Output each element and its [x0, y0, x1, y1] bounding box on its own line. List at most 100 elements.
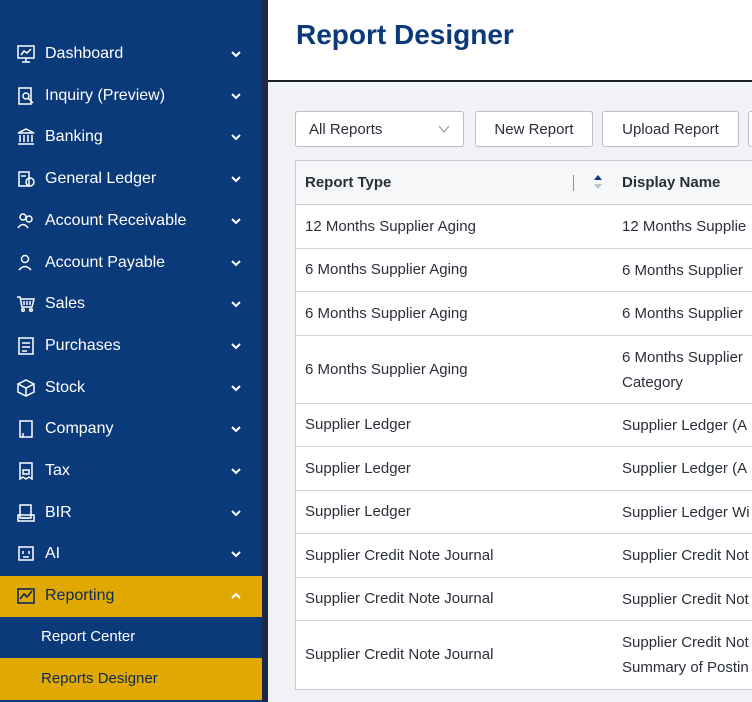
dashboard-icon: [16, 44, 36, 64]
company-icon: [16, 419, 36, 439]
table-row[interactable]: Supplier Credit Note Journal Supplier Cre…: [296, 621, 752, 689]
table-row[interactable]: 6 Months Supplier Aging 6 Months Supplier…: [296, 336, 752, 404]
cell-report-type: 6 Months Supplier Aging: [305, 261, 468, 279]
cell-report-type: 6 Months Supplier Aging: [305, 304, 468, 322]
sidebar-item-account-receivable[interactable]: Account Receivable: [0, 201, 262, 242]
payable-icon: [16, 253, 36, 273]
sidebar-item-label: Purchases: [45, 336, 121, 354]
chevron-down-icon: [230, 340, 242, 352]
sidebar-item-label: Stock: [45, 378, 86, 396]
chevron-down-icon: [230, 173, 242, 185]
chevron-down-icon: [438, 125, 450, 134]
table-row[interactable]: Supplier Ledger Supplier Ledger (A: [296, 404, 752, 447]
more-toolbar-button[interactable]: [748, 111, 752, 147]
cell-display-name: Supplier Ledger (A: [622, 413, 752, 438]
table-row[interactable]: 6 Months Supplier Aging 6 Months Supplier: [296, 292, 752, 336]
sidebar-subitem-label: Reports Designer: [41, 670, 158, 687]
table-row[interactable]: Supplier Credit Note Journal Supplier Cre…: [296, 534, 752, 578]
chevron-down-icon: [230, 48, 242, 60]
chart-icon: [16, 586, 36, 606]
cell-report-type: Supplier Credit Note Journal: [305, 646, 494, 663]
chevron-up-icon: [230, 590, 242, 602]
column-header-display-name[interactable]: Display Name: [622, 174, 720, 191]
cell-display-name-line: Supplier Ledger (A: [622, 460, 748, 478]
cell-display-name: 6 Months Supplier Category: [622, 345, 752, 395]
sidebar-item-label: Account Receivable: [45, 211, 187, 229]
sidebar-item-label: BIR: [45, 503, 72, 521]
cell-report-type: Supplier Ledger: [305, 459, 411, 477]
main-content: Report Designer All Reports New Report U…: [268, 0, 752, 702]
sidebar-item-inquiry-preview[interactable]: Inquiry (Preview): [0, 76, 262, 117]
cell-display-name-line: 6 Months Supplier: [622, 348, 743, 366]
sort-icon[interactable]: [593, 174, 603, 190]
cell-display-name: Supplier Credit Not: [622, 543, 752, 568]
sidebar-item-ai[interactable]: AI: [0, 534, 262, 575]
sidebar-item-company[interactable]: Company: [0, 409, 262, 450]
column-header-report-type[interactable]: Report Type: [305, 174, 391, 191]
sidebar-item-reporting[interactable]: Reporting: [0, 576, 262, 618]
table-row[interactable]: Supplier Ledger Supplier Ledger Wi: [296, 491, 752, 534]
cell-display-name: 6 Months Supplier: [622, 301, 752, 326]
upload-report-button[interactable]: Upload Report: [602, 111, 739, 147]
ai-icon: [16, 544, 36, 564]
sidebar-item-bir[interactable]: BIR: [0, 493, 262, 534]
cell-report-type: Supplier Ledger: [305, 416, 411, 434]
sidebar-item-label: Inquiry (Preview): [45, 86, 166, 104]
cell-display-name: 12 Months Supplie: [622, 214, 752, 239]
table-row[interactable]: Supplier Ledger Supplier Ledger (A: [296, 447, 752, 491]
sidebar-item-dashboard[interactable]: Dashboard: [0, 34, 262, 75]
table-row[interactable]: 6 Months Supplier Aging 6 Months Supplier: [296, 249, 752, 292]
sidebar-item-stock[interactable]: Stock: [0, 368, 262, 409]
table-row[interactable]: Supplier Credit Note Journal Supplier Cre…: [296, 578, 752, 621]
page-title: Report Designer: [296, 19, 514, 50]
cell-display-name: Supplier Credit Not: [622, 587, 752, 612]
chevron-down-icon: [230, 90, 242, 102]
table-row[interactable]: 12 Months Supplier Aging 12 Months Suppli…: [296, 205, 752, 249]
report-filter-select[interactable]: All Reports: [295, 111, 464, 147]
sidebar-item-label: Tax: [45, 462, 70, 479]
sidebar-subitem-reports-designer[interactable]: Reports Designer: [0, 658, 262, 700]
tax-icon: [16, 461, 36, 481]
sidebar-item-label: Dashboard: [45, 45, 124, 62]
cell-display-name: Supplier Credit Not Summary of Postin: [622, 630, 752, 680]
chevron-down-icon: [230, 298, 242, 310]
sidebar-item-banking[interactable]: Banking: [0, 117, 262, 158]
cell-display-name-line: Supplier Credit Not: [622, 634, 749, 651]
sidebar-item-general-ledger[interactable]: General Ledger: [0, 159, 262, 200]
cell-report-type: Supplier Ledger: [305, 503, 411, 521]
chevron-down-icon: [230, 465, 242, 477]
table-header: Report Type Display Name: [296, 161, 752, 205]
chevron-down-icon: [230, 507, 242, 519]
cell-display-name-line: 6 Months Supplier: [622, 261, 743, 279]
cell-display-name: 6 Months Supplier: [622, 258, 752, 283]
cell-display-name: Supplier Ledger Wi: [622, 500, 752, 525]
new-report-button[interactable]: New Report: [475, 111, 593, 147]
cell-display-name-line: 6 Months Supplier: [622, 305, 743, 323]
ledger-icon: [16, 169, 36, 189]
cell-report-type: 12 Months Supplier Aging: [305, 217, 476, 235]
reports-table: Report Type Display Name 12 Months Suppl…: [295, 160, 752, 690]
cell-display-name-line: Summary of Postin: [622, 659, 749, 676]
page-header: Report Designer: [268, 0, 752, 82]
cell-report-type: Supplier Credit Note Journal: [305, 546, 494, 564]
sidebar-subitem-report-center[interactable]: Report Center: [0, 616, 262, 658]
column-divider: [573, 175, 574, 191]
cell-display-name-line: 12 Months Supplie: [622, 218, 747, 236]
sidebar-item-label: Company: [45, 420, 114, 438]
sidebar-item-account-payable[interactable]: Account Payable: [0, 243, 262, 284]
chevron-down-icon: [230, 382, 242, 394]
cart-icon: [16, 294, 36, 314]
sidebar-item-label: AI: [45, 545, 61, 563]
cell-display-name-line: Supplier Ledger (A: [622, 416, 748, 434]
sidebar-item-tax[interactable]: Tax: [0, 451, 262, 492]
bank-icon: [16, 127, 36, 147]
chevron-down-icon: [230, 215, 242, 227]
sidebar-item-sales[interactable]: Sales: [0, 284, 262, 325]
box-icon: [16, 378, 36, 398]
sidebar-item-purchases[interactable]: Purchases: [0, 326, 262, 367]
chevron-down-icon: [230, 548, 242, 560]
cell-display-name-line: Supplier Credit Not: [622, 590, 749, 608]
cell-display-name-line: Supplier Ledger Wi: [622, 503, 750, 521]
receivable-icon: [16, 211, 36, 231]
chevron-down-icon: [230, 423, 242, 435]
